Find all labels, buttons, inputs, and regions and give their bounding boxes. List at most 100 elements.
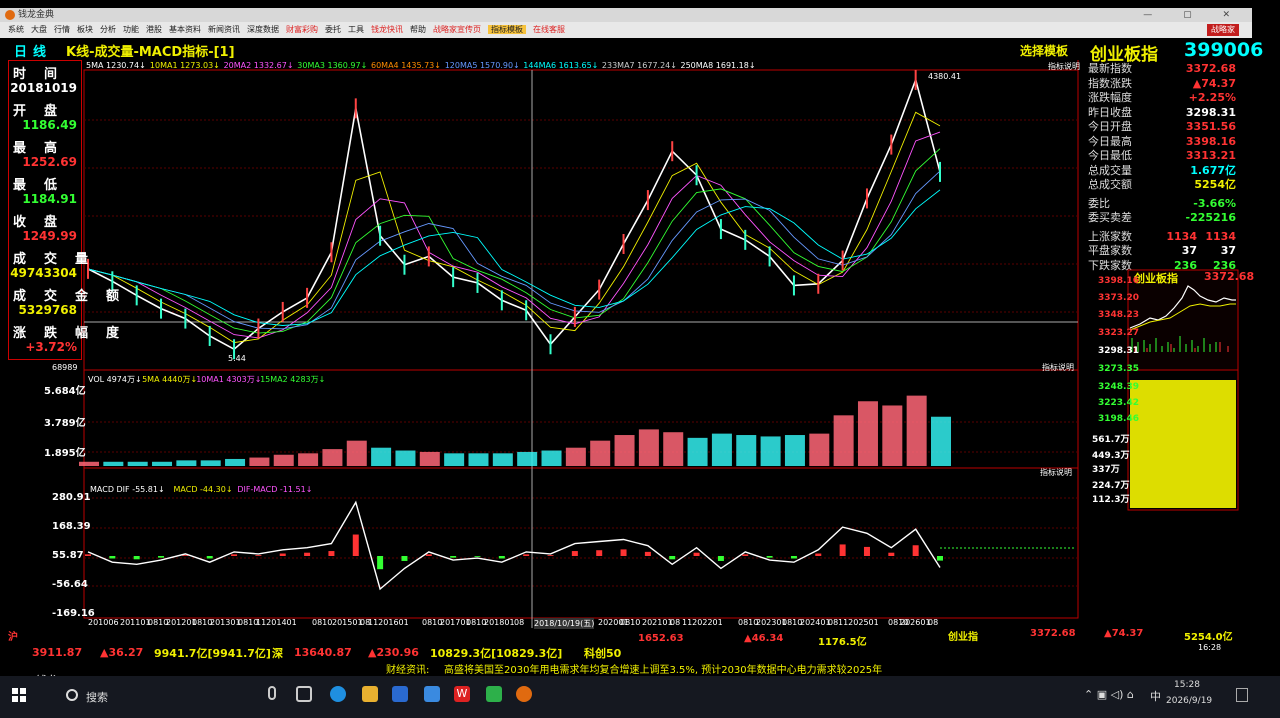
price-scale-top: 68989 xyxy=(52,363,78,372)
notification-icon[interactable] xyxy=(1236,688,1248,702)
left-field-label: 收盘 xyxy=(13,215,76,230)
bottom-index-amount: 5254.0亿 xyxy=(1184,632,1233,643)
mini-chart-value: 3372.68 xyxy=(1204,270,1255,283)
system-tray-icons[interactable]: ⌃ ▣ ◁) ⌂ xyxy=(1084,688,1134,701)
sh-change: ▲36.27 xyxy=(100,646,144,659)
left-field-value: +3.72% xyxy=(25,340,77,354)
volume-bar xyxy=(371,447,392,466)
axis-label: 1.895亿 xyxy=(44,448,86,459)
x-tick-label: 08 xyxy=(828,618,839,627)
quote-value: -225216 xyxy=(1185,211,1237,224)
indicator-note-price[interactable]: 指标说明 xyxy=(1048,61,1080,72)
volume-legend: VOL 4974万↓ 5MA 4440万↓ 10MA1 4303万↓ 15MA2 42… xyxy=(88,374,588,384)
quote-label: 涨跌幅度 xyxy=(1088,91,1132,104)
quote-row: 总成交额 5254亿 xyxy=(1085,178,1239,192)
mail-icon[interactable] xyxy=(424,686,440,702)
bottom-index-price: 3372.68 xyxy=(1030,628,1076,639)
left-field-value: 1252.69 xyxy=(22,155,77,169)
volume-bar xyxy=(200,460,221,466)
wps-icon[interactable]: W xyxy=(454,686,470,702)
legend-item: 250MA8 1691.18↓ xyxy=(680,61,756,70)
quote-row: 涨跌幅度 +2.25% xyxy=(1085,91,1239,105)
deep-val: 13640.87 xyxy=(294,646,352,659)
axis-label: 3.789亿 xyxy=(44,418,86,429)
ime-indicator[interactable]: 中 xyxy=(1150,688,1161,704)
x-tick-label: 0810 xyxy=(620,618,641,627)
price-panel-frame xyxy=(83,69,1079,371)
legend-item: MACD -44.30↓ xyxy=(173,485,233,494)
x-tick-label: 11202501 xyxy=(838,618,879,627)
axis-label: 3198.46 xyxy=(1098,414,1139,424)
left-field-value: 1184.91 xyxy=(22,192,77,206)
volume-bar xyxy=(882,405,903,466)
deep-label: 深 xyxy=(272,647,283,660)
edge-icon[interactable] xyxy=(330,686,346,702)
quote-row: 上涨家数 1134 1134 xyxy=(1085,230,1239,244)
axis-label: 112.3万 xyxy=(1092,495,1130,505)
volume-bar xyxy=(492,453,513,466)
taskbar-time[interactable]: 15:28 xyxy=(1174,680,1200,690)
volume-bar xyxy=(833,415,854,466)
start-icon[interactable] xyxy=(12,688,26,702)
file-explorer-icon[interactable] xyxy=(362,686,378,702)
quote-label: 委买卖差 xyxy=(1088,211,1132,224)
deep-change: ▲230.96 xyxy=(368,646,419,659)
x-tick-label: 201101 xyxy=(120,618,151,627)
qianlong-app-icon[interactable] xyxy=(516,686,532,702)
science-label: 科创50 xyxy=(584,647,622,660)
indicator-note-macd[interactable]: 指标说明 xyxy=(1040,467,1072,478)
left-field-value: 1186.49 xyxy=(22,118,77,132)
left-field-label: 涨跌幅度 xyxy=(13,326,138,341)
volume-bar xyxy=(346,440,367,466)
left-field-value: 1249.99 xyxy=(22,229,77,243)
quote-label: 今日开盘 xyxy=(1088,120,1132,133)
ma-legend: 5MA 1230.74↓ 10MA1 1273.03↓ 20MA2 1332.67↓… xyxy=(86,61,1076,71)
volume-bar xyxy=(687,437,708,466)
quote-value: 3351.56 xyxy=(1185,120,1236,133)
sh-amount: 9941.7亿[9941.7亿] xyxy=(154,647,271,660)
science-val: 1652.63 xyxy=(638,633,684,644)
axis-label: 3373.20 xyxy=(1098,293,1139,303)
news-ticker[interactable]: 财经资讯: 高盛将美国至2030年用电需求年均复合增速上调至3.5%, 预计20… xyxy=(26,660,1046,674)
volume-bar xyxy=(249,457,270,466)
mini-intraday-chart[interactable]: 创业板指 3372.68 3398.16 3373.20 3348.23 3323.2… xyxy=(1080,268,1254,516)
mic-icon[interactable] xyxy=(268,686,276,700)
quote-row: 昨日收盘 3298.31 xyxy=(1085,106,1239,120)
volume-bar xyxy=(736,435,757,466)
left-field-label: 时间 xyxy=(13,67,76,82)
quote-label: 委比 xyxy=(1088,196,1110,210)
quote-value: ▲74.37 xyxy=(1192,76,1236,90)
quote-row: 委买卖差 -225216 xyxy=(1085,211,1239,225)
sh-val: 3911.87 xyxy=(32,646,83,659)
science-change: ▲46.34 xyxy=(744,633,784,644)
legend-item: 233MA7 1677.24↓ xyxy=(601,61,677,70)
taskbar-date[interactable]: 2026/9/19 xyxy=(1166,696,1212,706)
left-field-label: 成交金额 xyxy=(13,289,138,304)
volume-bar xyxy=(103,461,124,466)
quote-label: 今日最低 xyxy=(1088,149,1132,162)
task-view-icon[interactable] xyxy=(296,686,312,702)
axis-label: 3348.23 xyxy=(1098,310,1139,320)
indicator-note-volume[interactable]: 指标说明 xyxy=(1042,362,1074,373)
axis-label: 5.684亿 xyxy=(44,386,86,397)
quote-row: 委比 -3.66% xyxy=(1085,197,1239,211)
quote-value: 37 xyxy=(1220,244,1236,257)
left-field-label: 最高 xyxy=(13,141,76,156)
quote-label: 平盘家数 xyxy=(1088,244,1132,257)
bottom-index-change: ▲74.37 xyxy=(1104,628,1144,639)
quote-value: 3298.31 xyxy=(1185,105,1236,119)
volume-bar xyxy=(127,461,148,466)
legend-item: 5MA 4440万↓ xyxy=(142,375,198,384)
axis-label: 3223.42 xyxy=(1098,398,1139,408)
taskbar-search[interactable]: 搜索 xyxy=(86,689,108,705)
volume-bar xyxy=(541,450,562,466)
price-high-mark: 4380.41 xyxy=(928,72,962,81)
left-info-panel: 时间 20181019 开盘 1186.49 最高 1252.69 最低 1184.91 收盘 1… xyxy=(8,60,119,360)
volume-bar xyxy=(395,450,416,466)
wechat-icon[interactable] xyxy=(486,686,502,702)
volume-bar xyxy=(225,458,246,466)
legend-item: 60MA4 1435.73↓ xyxy=(371,61,441,70)
search-icon[interactable] xyxy=(66,689,78,701)
store-icon[interactable] xyxy=(392,686,408,702)
quote-row: 平盘家数 37 37 xyxy=(1085,244,1239,258)
